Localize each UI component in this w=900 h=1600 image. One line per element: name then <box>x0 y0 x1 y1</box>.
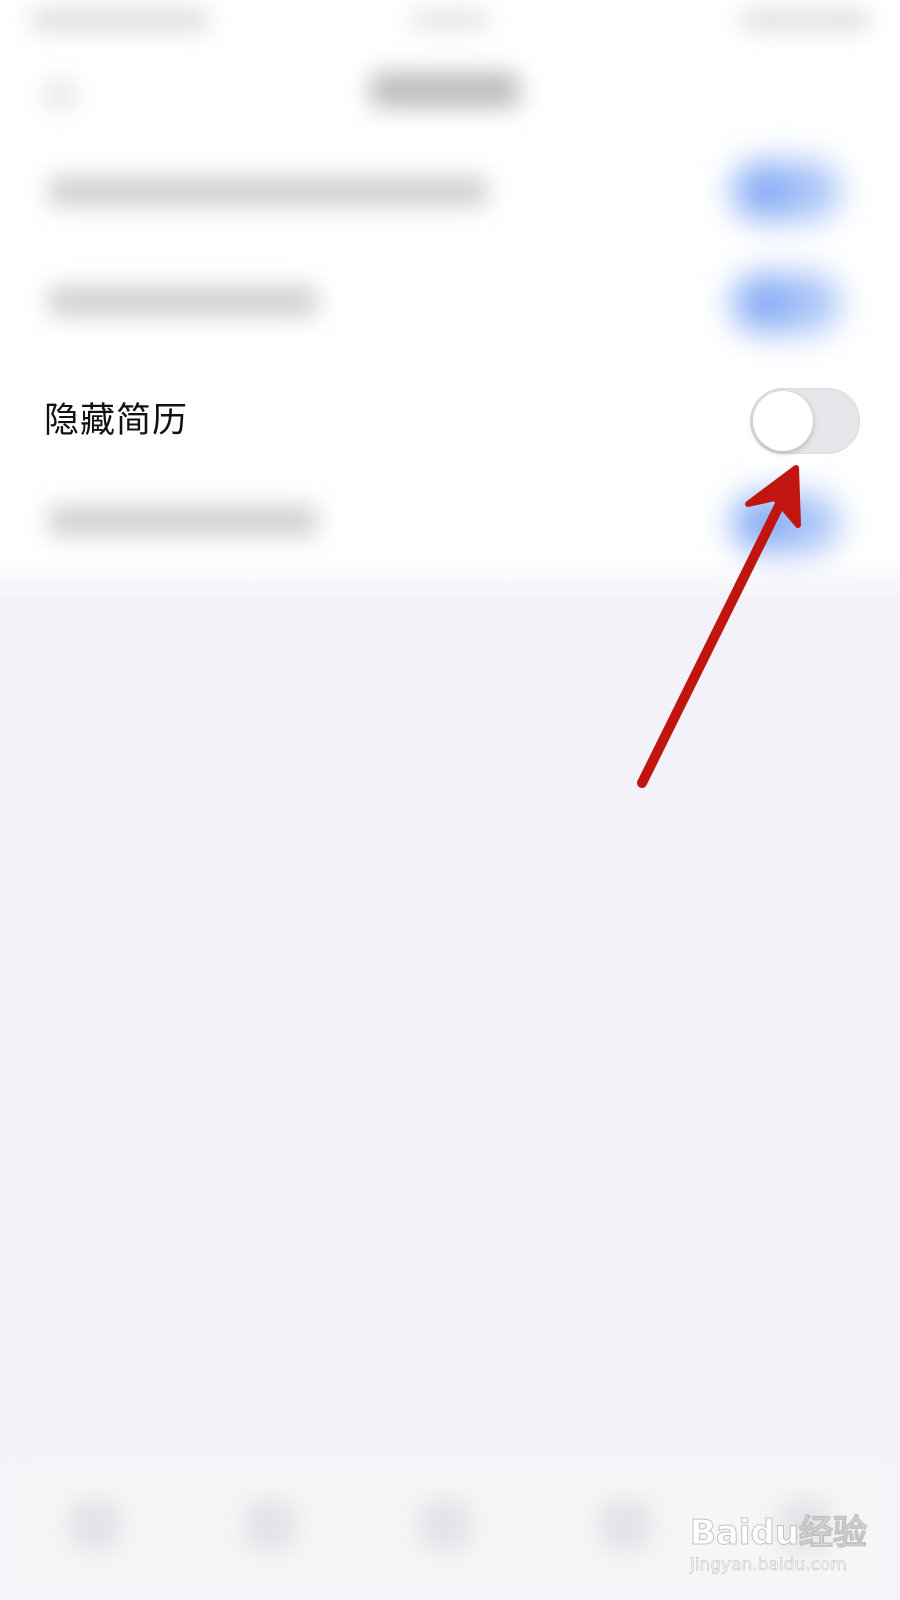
setting-row-2-toggle[interactable] <box>730 272 840 334</box>
switch-knob[interactable] <box>753 391 813 451</box>
hide-resume-row: 隐藏简历 <box>0 378 900 468</box>
tab-icon-2[interactable] <box>245 1500 295 1550</box>
setting-row-1-toggle[interactable] <box>730 160 840 222</box>
setting-row-4-label <box>48 506 318 536</box>
tab-icon-1[interactable] <box>70 1500 120 1550</box>
tab-icon-4[interactable] <box>600 1500 650 1550</box>
page-title <box>370 72 520 108</box>
status-bar-time <box>410 10 490 30</box>
watermark-url: jingyan.baidu.com <box>690 1555 847 1576</box>
baidu-watermark: Baidu经验 jingyan.baidu.com <box>689 1505 890 1590</box>
settings-screen: 隐藏简历 Baidu经验 jingyan.baidu.com <box>0 0 900 1600</box>
setting-row-1-label <box>48 176 488 206</box>
setting-row-4-toggle[interactable] <box>730 492 840 554</box>
watermark-brand: Baidu经验 <box>689 1513 868 1554</box>
back-arrow-icon[interactable] <box>45 80 75 110</box>
tab-icon-3[interactable] <box>420 1500 470 1550</box>
status-bar-left <box>30 10 210 30</box>
status-bar-right <box>740 10 870 30</box>
setting-row-2-label <box>48 286 318 316</box>
hide-resume-switch[interactable] <box>750 388 860 454</box>
hide-resume-label: 隐藏简历 <box>44 401 189 441</box>
